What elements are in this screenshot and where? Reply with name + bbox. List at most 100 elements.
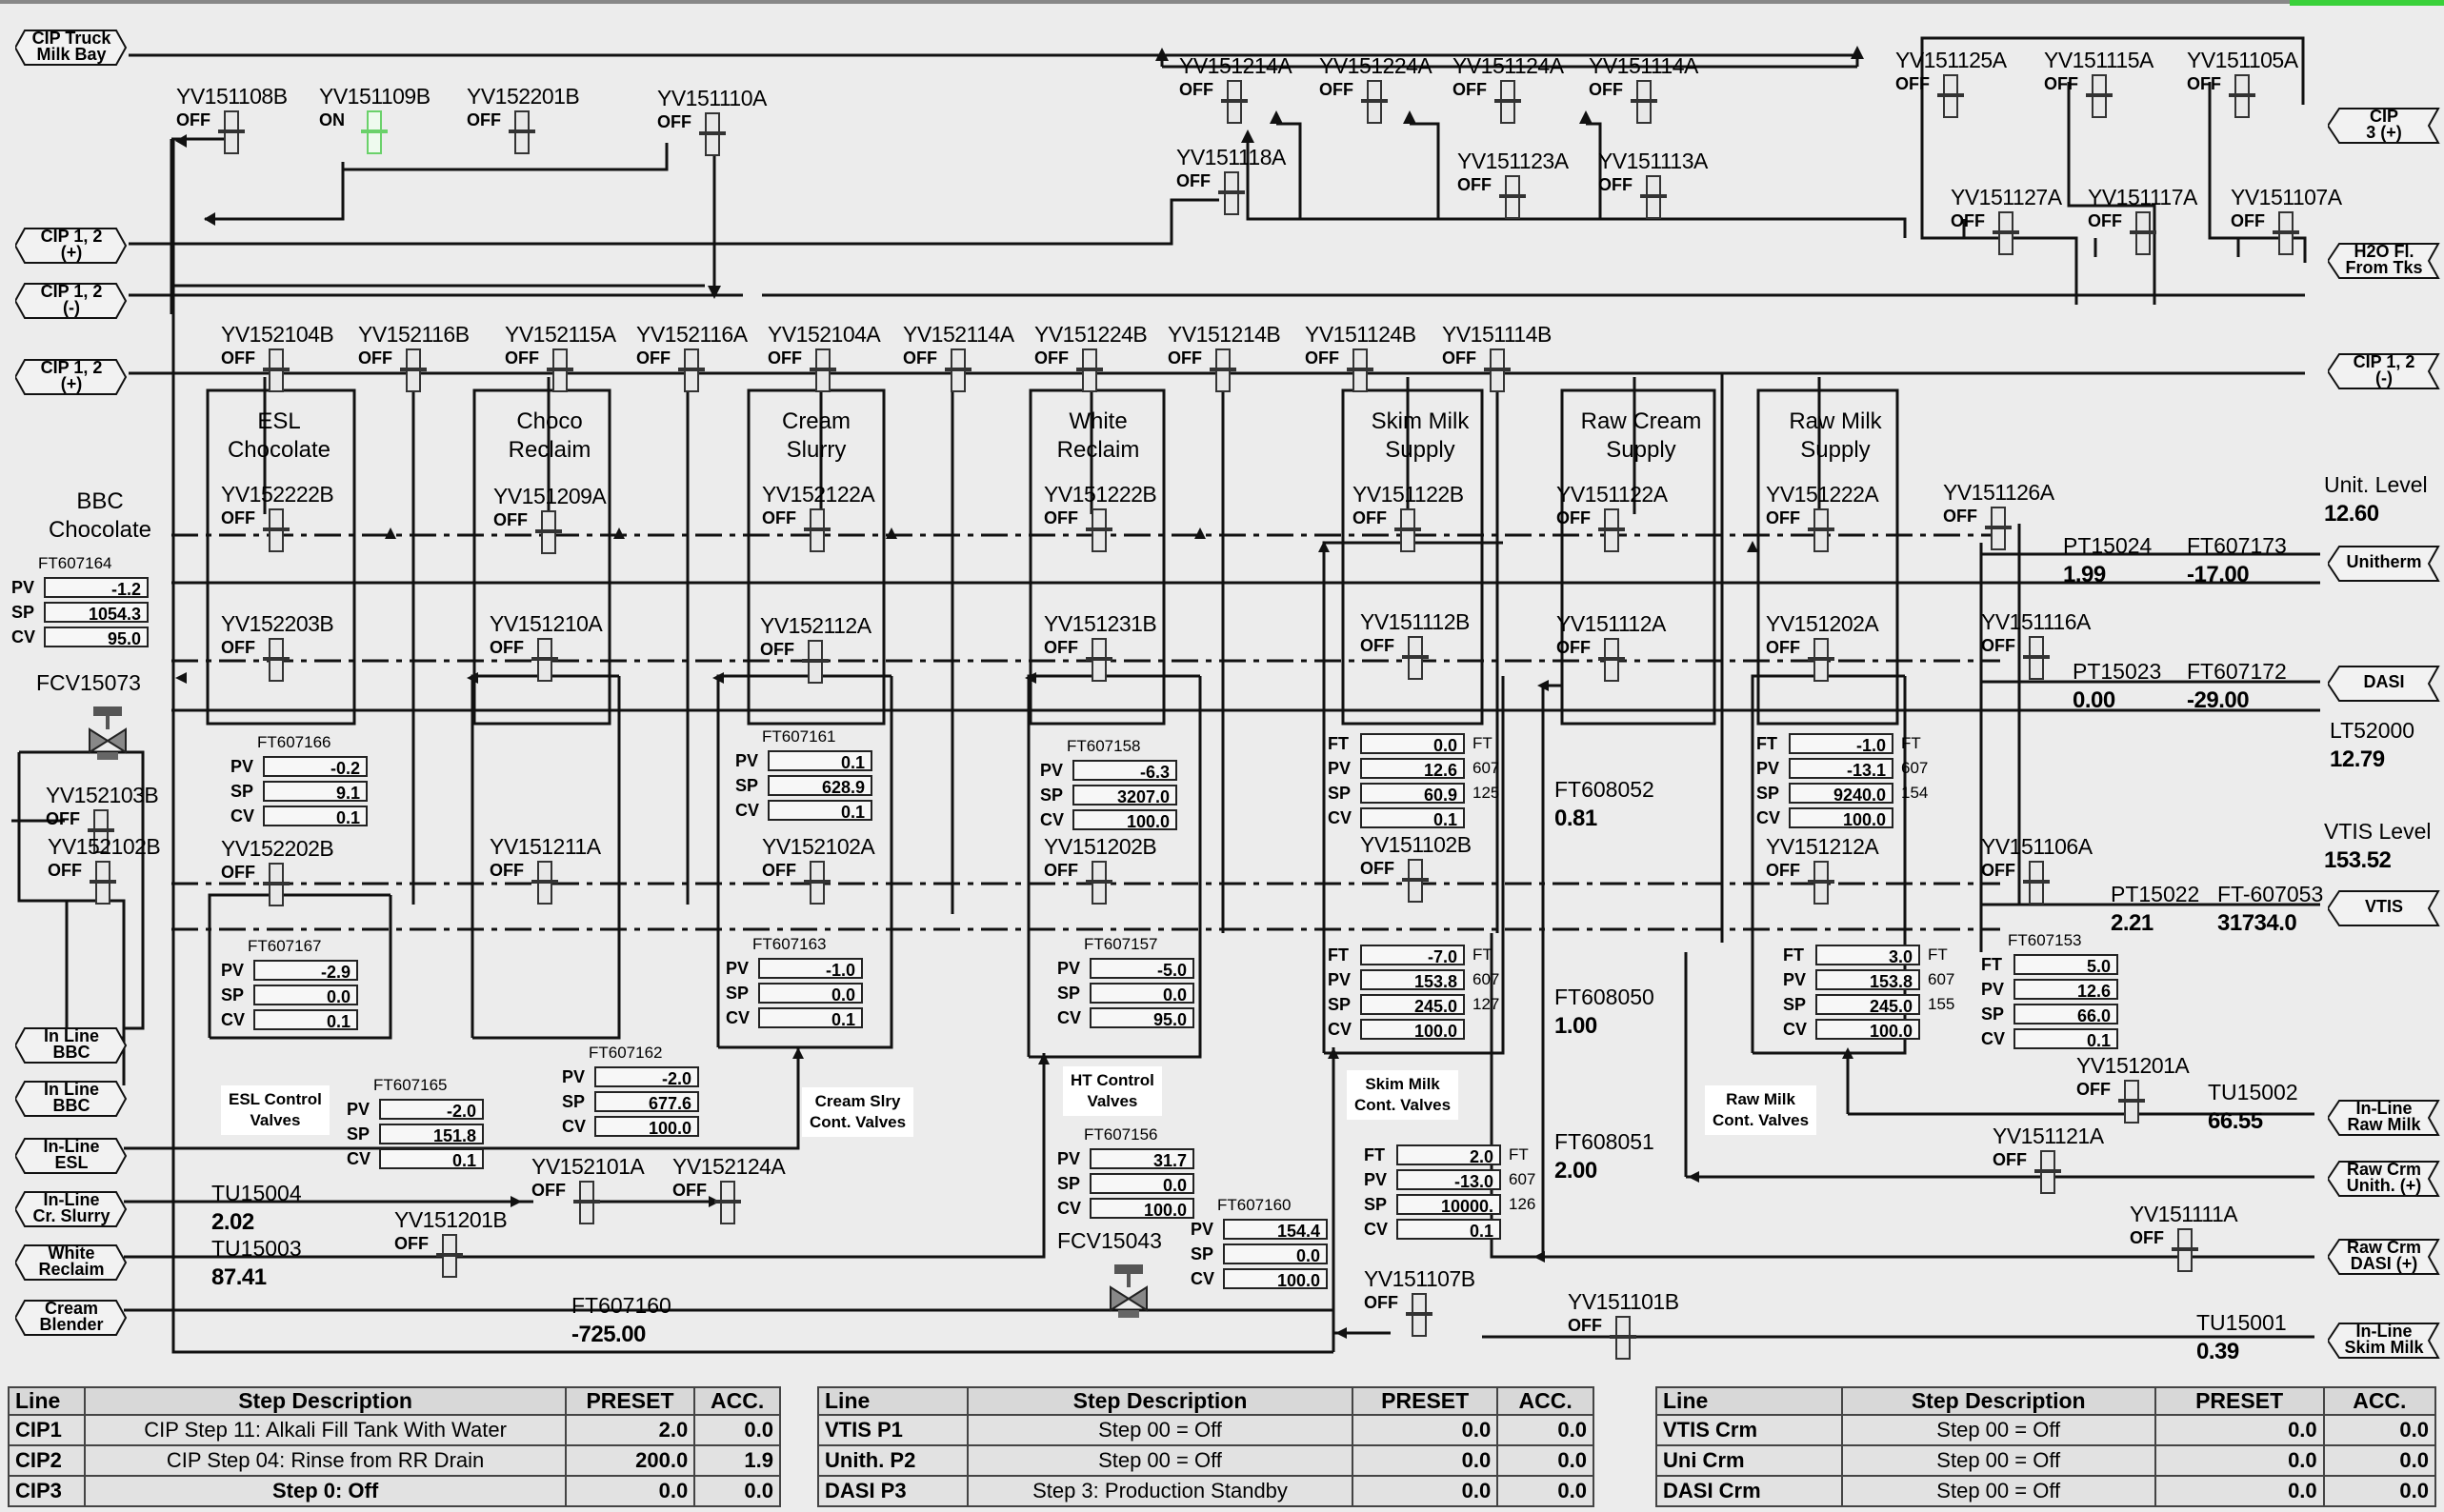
valve-icon[interactable] <box>531 861 558 905</box>
valve-yv151127a[interactable]: YV151127A OFF <box>1951 185 2093 272</box>
valve-icon[interactable] <box>678 348 705 392</box>
valve-yv152122a[interactable]: YV152122A OFF <box>762 482 905 569</box>
valve-yv152201b[interactable]: YV152201B OFF <box>467 84 610 171</box>
valve-icon[interactable] <box>1598 508 1625 552</box>
valve-yv152104b[interactable]: YV152104B OFF <box>221 322 364 409</box>
value-sp[interactable]: 151.8 <box>379 1124 484 1145</box>
valve-yv152104a[interactable]: YV152104A OFF <box>768 322 911 409</box>
valve-icon[interactable] <box>1640 175 1667 219</box>
valve-icon[interactable] <box>1494 80 1521 124</box>
valve-yv151123a[interactable]: YV151123A OFF <box>1457 149 1600 236</box>
value-sp[interactable]: 0.0 <box>1223 1243 1328 1265</box>
valve-icon[interactable] <box>547 348 573 392</box>
valve-yv151117a[interactable]: YV151117A OFF <box>2088 185 2231 272</box>
valve-yv151211a[interactable]: YV151211A OFF <box>490 834 632 922</box>
valve-icon[interactable] <box>1484 348 1511 392</box>
valve-yv152203b[interactable]: YV152203B OFF <box>221 611 364 699</box>
valve-icon[interactable] <box>699 112 726 156</box>
valve-yv151231b[interactable]: YV151231B OFF <box>1044 611 1187 699</box>
valve-icon[interactable] <box>535 510 562 554</box>
valve-yv151113a[interactable]: YV151113A OFF <box>1598 149 1741 236</box>
valve-icon[interactable] <box>1394 508 1421 552</box>
valve-icon[interactable] <box>2118 1080 2145 1124</box>
valve-icon[interactable] <box>2023 636 2050 680</box>
valve-yv151114b[interactable]: YV151114B OFF <box>1442 322 1585 409</box>
valve-yv151111a[interactable]: YV151111A OFF <box>2130 1202 2273 1289</box>
valve-yv151122a[interactable]: YV151122A OFF <box>1556 482 1699 569</box>
valve-icon[interactable] <box>1993 211 2019 255</box>
valve-yv152116b[interactable]: YV152116B OFF <box>358 322 501 409</box>
valve-icon[interactable] <box>714 1181 741 1224</box>
value-sp[interactable]: 66.0 <box>2013 1004 2118 1025</box>
valve-yv152102a[interactable]: YV152102A OFF <box>762 834 905 922</box>
connector-cip-1-2-[interactable]: CIP 1, 2 (-) <box>15 282 128 319</box>
valve-icon[interactable] <box>263 863 290 906</box>
connector-dasi[interactable]: DASI <box>2328 665 2440 702</box>
valve-icon[interactable] <box>1610 1316 1636 1360</box>
valve-yv152102b[interactable]: YV152102B OFF <box>48 834 190 922</box>
valve-icon[interactable] <box>1631 80 1657 124</box>
connector-h2o-fl-from-tks[interactable]: H2O Fl. From Tks <box>2328 242 2440 279</box>
valve-yv151222a[interactable]: YV151222A OFF <box>1766 482 1909 569</box>
value-sp[interactable]: 0.0 <box>758 983 863 1005</box>
valve-yv151201b[interactable]: YV151201B OFF <box>394 1207 537 1295</box>
valve-yv152115a[interactable]: YV152115A OFF <box>505 322 648 409</box>
valve-icon[interactable] <box>1808 638 1834 682</box>
valve-icon[interactable] <box>531 638 558 682</box>
valve-yv151214a[interactable]: YV151214A OFF <box>1179 53 1322 141</box>
valve-icon[interactable] <box>804 508 831 552</box>
valve-yv151212a[interactable]: YV151212A OFF <box>1766 834 1909 922</box>
valve-icon[interactable] <box>400 348 427 392</box>
connector-in-line-cr-slurry[interactable]: In-Line Cr. Slurry <box>15 1190 128 1227</box>
connector-cip-1-2-[interactable]: CIP 1, 2 (+) <box>15 227 128 264</box>
value-sp[interactable]: 628.9 <box>768 775 872 797</box>
valve-yv151114a[interactable]: YV151114A OFF <box>1589 53 1732 141</box>
value-sp[interactable]: 677.6 <box>594 1091 699 1113</box>
valve-icon[interactable] <box>2023 861 2050 905</box>
valve-yv151210a[interactable]: YV151210A OFF <box>490 611 632 699</box>
valve-yv151224a[interactable]: YV151224A OFF <box>1319 53 1462 141</box>
valve-icon[interactable] <box>1598 638 1625 682</box>
valve-icon[interactable] <box>1406 1293 1432 1337</box>
valve-icon[interactable] <box>1808 861 1834 905</box>
valve-yv151101b[interactable]: YV151101B OFF <box>1568 1289 1711 1377</box>
valve-yv151106a[interactable]: YV151106A OFF <box>1981 834 2124 922</box>
connector-unitherm[interactable]: Unitherm <box>2328 545 2440 582</box>
valve-icon[interactable] <box>2034 1150 2061 1194</box>
valve-yv151115a[interactable]: YV151115A OFF <box>2044 48 2187 135</box>
connector-white-reclaim[interactable]: White Reclaim <box>15 1243 128 1281</box>
valve-icon[interactable] <box>1086 508 1112 552</box>
valve-yv151110a[interactable]: YV151110A OFF <box>657 86 800 173</box>
valve-icon[interactable] <box>802 640 829 684</box>
connector-in-line-bbc[interactable]: In Line BBC <box>15 1080 128 1117</box>
valve-yv151107b[interactable]: YV151107B OFF <box>1364 1266 1507 1354</box>
connector-in-line-raw-milk[interactable]: In-Line Raw Milk <box>2328 1099 2440 1136</box>
fcv-fcv15043[interactable]: FCV15043 <box>1057 1228 1162 1320</box>
valve-yv151121a[interactable]: YV151121A OFF <box>1993 1124 2135 1211</box>
valve-icon[interactable] <box>263 348 290 392</box>
valve-yv151112a[interactable]: YV151112A OFF <box>1556 611 1699 699</box>
valve-yv151112b[interactable]: YV151112B OFF <box>1360 609 1503 697</box>
valve-yv151209a[interactable]: YV151209A OFF <box>493 484 636 571</box>
valve-icon[interactable] <box>2130 211 2156 255</box>
connector-cip-1-2-[interactable]: CIP 1, 2 (-) <box>2328 352 2440 389</box>
value-sp[interactable]: 9240.0 <box>1789 783 1893 805</box>
connector-raw-crm-dasi-[interactable]: Raw Crm DASI (+) <box>2328 1238 2440 1275</box>
valve-yv151122b[interactable]: YV151122B OFF <box>1352 482 1495 569</box>
valve-yv152202b[interactable]: YV152202B OFF <box>221 836 364 924</box>
valve-yv151109b[interactable]: YV151109B ON <box>319 84 462 171</box>
valve-yv151202b[interactable]: YV151202B OFF <box>1044 834 1187 922</box>
valve-icon[interactable] <box>1402 859 1429 903</box>
value-sp[interactable]: 10000. <box>1396 1194 1501 1216</box>
valve-icon[interactable] <box>1402 636 1429 680</box>
value-sp[interactable]: 245.0 <box>1815 994 1920 1016</box>
connector-cip-3-[interactable]: CIP 3 (+) <box>2328 107 2440 144</box>
value-sp[interactable]: 245.0 <box>1360 994 1465 1016</box>
value-sp[interactable]: 9.1 <box>263 781 368 803</box>
valve-yv151202a[interactable]: YV151202A OFF <box>1766 611 1909 699</box>
valve-yv152112a[interactable]: YV152112A OFF <box>760 613 903 701</box>
valve-icon[interactable] <box>509 110 535 154</box>
valve-icon[interactable] <box>1221 80 1248 124</box>
connector-raw-crm-unith-[interactable]: Raw Crm Unith. (+) <box>2328 1160 2440 1197</box>
valve-icon[interactable] <box>1361 80 1388 124</box>
